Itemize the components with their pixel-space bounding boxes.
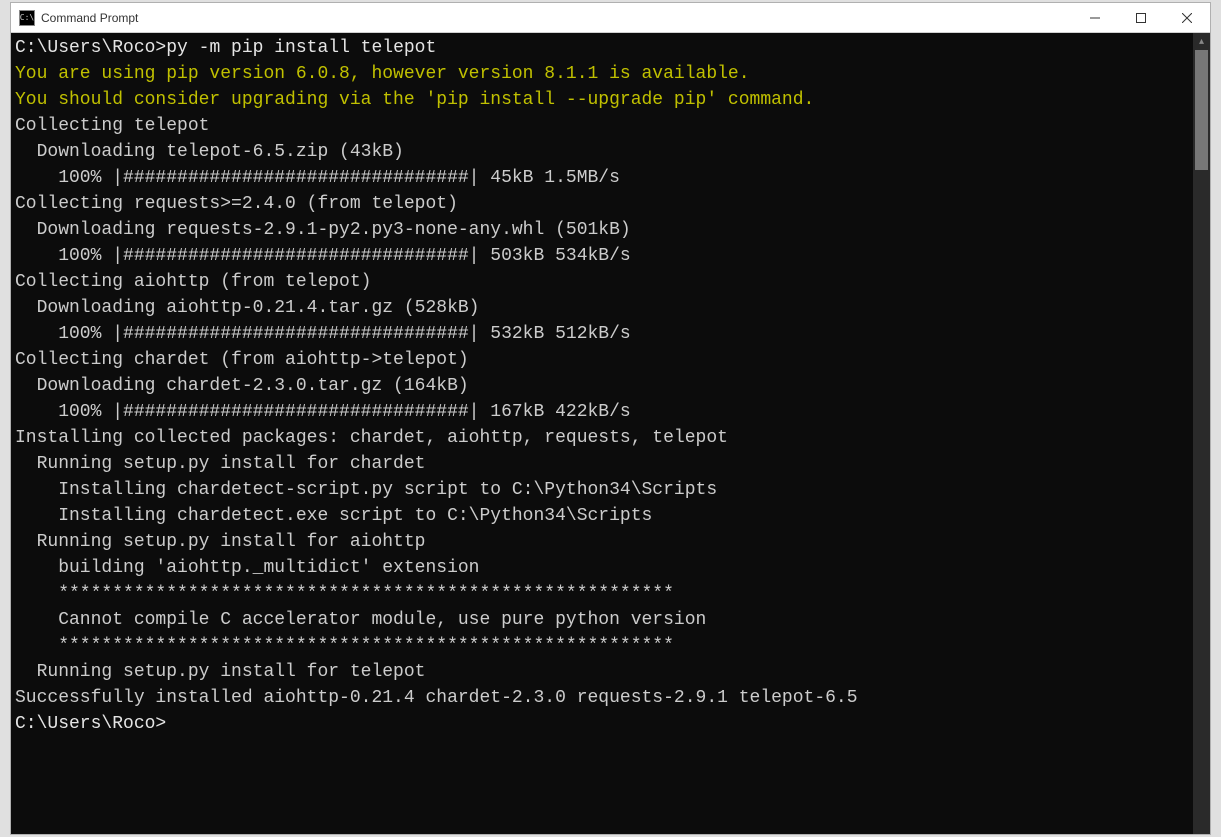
output-line: Running setup.py install for chardet — [15, 451, 1189, 477]
minimize-button[interactable] — [1072, 3, 1118, 32]
close-button[interactable] — [1164, 3, 1210, 32]
output-line: Downloading telepot-6.5.zip (43kB) — [15, 139, 1189, 165]
terminal-output[interactable]: C:\Users\Roco>py -m pip install telepotY… — [11, 33, 1193, 834]
output-line: Collecting chardet (from aiohttp->telepo… — [15, 347, 1189, 373]
output-line: Collecting telepot — [15, 113, 1189, 139]
pip-warning-line: You should consider upgrading via the 'p… — [15, 87, 1189, 113]
output-line: building 'aiohttp._multidict' extension — [15, 555, 1189, 581]
progress-line: 100% |################################| … — [15, 165, 1189, 191]
scroll-thumb[interactable] — [1195, 50, 1208, 170]
output-line: Downloading chardet-2.3.0.tar.gz (164kB) — [15, 373, 1189, 399]
output-line: Cannot compile C accelerator module, use… — [15, 607, 1189, 633]
output-line: ****************************************… — [15, 581, 1189, 607]
output-line: Installing chardetect.exe script to C:\P… — [15, 503, 1189, 529]
output-line: Installing chardetect-script.py script t… — [15, 477, 1189, 503]
scroll-up-icon[interactable]: ▴ — [1193, 33, 1210, 50]
maximize-button[interactable] — [1118, 3, 1164, 32]
progress-line: 100% |################################| … — [15, 243, 1189, 269]
output-line: Downloading aiohttp-0.21.4.tar.gz (528kB… — [15, 295, 1189, 321]
prompt-path: C:\Users\Roco> — [15, 711, 1189, 737]
output-line: Collecting requests>=2.4.0 (from telepot… — [15, 191, 1189, 217]
vertical-scrollbar[interactable]: ▴ — [1193, 33, 1210, 834]
titlebar[interactable]: C:\ Command Prompt — [11, 3, 1210, 33]
output-line: Downloading requests-2.9.1-py2.py3-none-… — [15, 217, 1189, 243]
window-controls — [1072, 3, 1210, 32]
output-line: Running setup.py install for telepot — [15, 659, 1189, 685]
terminal-area: C:\Users\Roco>py -m pip install telepotY… — [11, 33, 1210, 834]
output-line: Installing collected packages: chardet, … — [15, 425, 1189, 451]
output-line: Successfully installed aiohttp-0.21.4 ch… — [15, 685, 1189, 711]
prompt-path: C:\Users\Roco> — [15, 38, 166, 58]
window-title: Command Prompt — [41, 11, 138, 25]
progress-line: 100% |################################| … — [15, 399, 1189, 425]
output-line: Running setup.py install for aiohttp — [15, 529, 1189, 555]
cmd-app-icon: C:\ — [19, 10, 35, 26]
command-prompt-window: C:\ Command Prompt C:\Users\Roco>py -m p… — [10, 2, 1211, 835]
output-line: ****************************************… — [15, 633, 1189, 659]
prompt-command: py -m pip install telepot — [166, 38, 436, 58]
pip-warning-line: You are using pip version 6.0.8, however… — [15, 61, 1189, 87]
progress-line: 100% |################################| … — [15, 321, 1189, 347]
output-line: Collecting aiohttp (from telepot) — [15, 269, 1189, 295]
